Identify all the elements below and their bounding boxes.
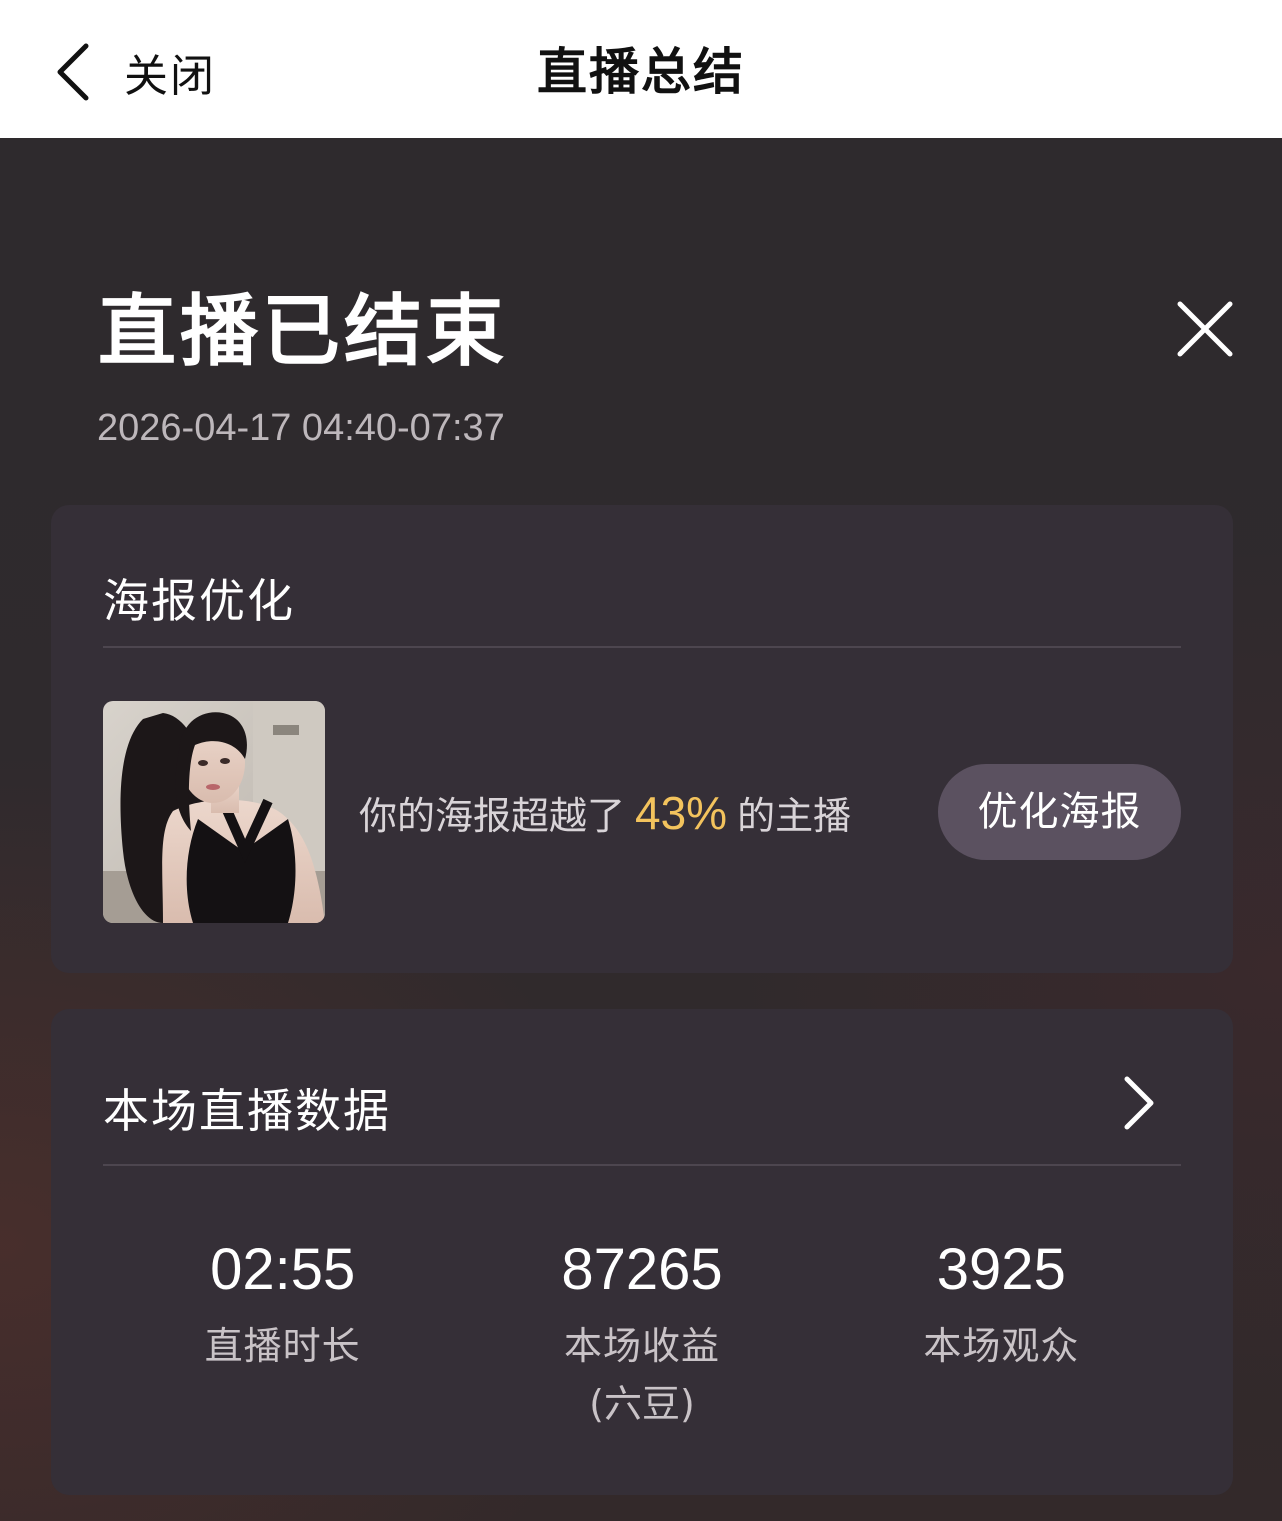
stat-unit: (六豆) (589, 1382, 695, 1426)
poster-rank-text: 你的海报超越了 43% 的主播 (359, 785, 851, 844)
stat-revenue: 87265 本场收益 (六豆) (462, 1234, 821, 1434)
stat-label: 本场收益 (563, 1324, 720, 1368)
stat-duration: 02:55 直播时长 (103, 1234, 462, 1434)
optimize-poster-button[interactable]: 优化海报 (938, 764, 1181, 860)
live-datetime: 2026-04-17 04:40-07:37 (97, 407, 505, 449)
stats-row: 02:55 直播时长 87265 本场收益 (六豆) 3925 本场观众 (103, 1234, 1181, 1434)
poster-optimization-card: 海报优化 你的海报超越了 43% 的主播 优化海报 (51, 505, 1233, 973)
poster-percent: 43% (635, 787, 728, 839)
divider (103, 646, 1181, 648)
live-data-card[interactable]: 本场直播数据 02:55 直播时长 87265 本场收益 (六豆) 3925 本… (51, 1009, 1233, 1495)
data-detail-button[interactable] (1119, 1075, 1159, 1131)
stat-value: 02:55 (210, 1237, 356, 1302)
live-ended-headline: 直播已结束 (98, 287, 509, 377)
stat-label: 直播时长 (204, 1324, 361, 1368)
poster-text-before: 你的海报超越了 (359, 794, 626, 838)
chevron-right-icon (1124, 1076, 1154, 1130)
divider (103, 1164, 1181, 1166)
top-nav-bar: 关闭 直播总结 (0, 0, 1282, 138)
stat-audience: 3925 本场观众 (822, 1234, 1181, 1434)
close-button[interactable] (1172, 296, 1238, 362)
data-card-title: 本场直播数据 (103, 1084, 391, 1138)
stat-value: 3925 (936, 1237, 1066, 1302)
stat-value: 87265 (561, 1237, 723, 1302)
stat-label: 本场观众 (923, 1324, 1080, 1368)
close-icon (1177, 301, 1233, 357)
poster-card-title: 海报优化 (103, 574, 295, 628)
poster-thumbnail[interactable] (103, 701, 325, 923)
page-title: 直播总结 (537, 43, 745, 101)
poster-text-after: 的主播 (737, 794, 852, 838)
